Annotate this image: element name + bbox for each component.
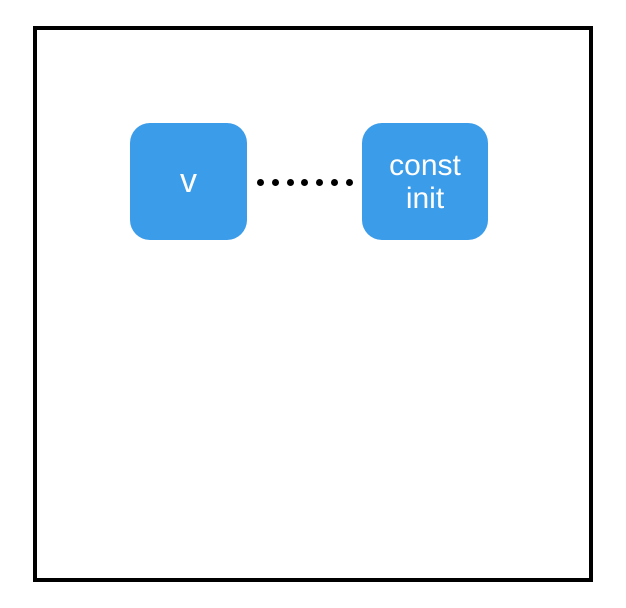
node-v: v (130, 123, 247, 240)
node-v-label: v (180, 163, 197, 200)
dot-icon (272, 179, 279, 186)
node-const-init: const init (362, 123, 488, 240)
dot-icon (346, 179, 353, 186)
diagram-frame (33, 26, 593, 582)
dot-icon (316, 179, 323, 186)
dotted-connector (255, 167, 355, 197)
node-const-init-line2: init (406, 182, 444, 215)
dot-icon (301, 179, 308, 186)
node-const-init-line1: const (389, 149, 461, 182)
dot-icon (257, 179, 264, 186)
dot-icon (287, 179, 294, 186)
diagram-stage: v const init (0, 0, 626, 608)
dot-icon (331, 179, 338, 186)
